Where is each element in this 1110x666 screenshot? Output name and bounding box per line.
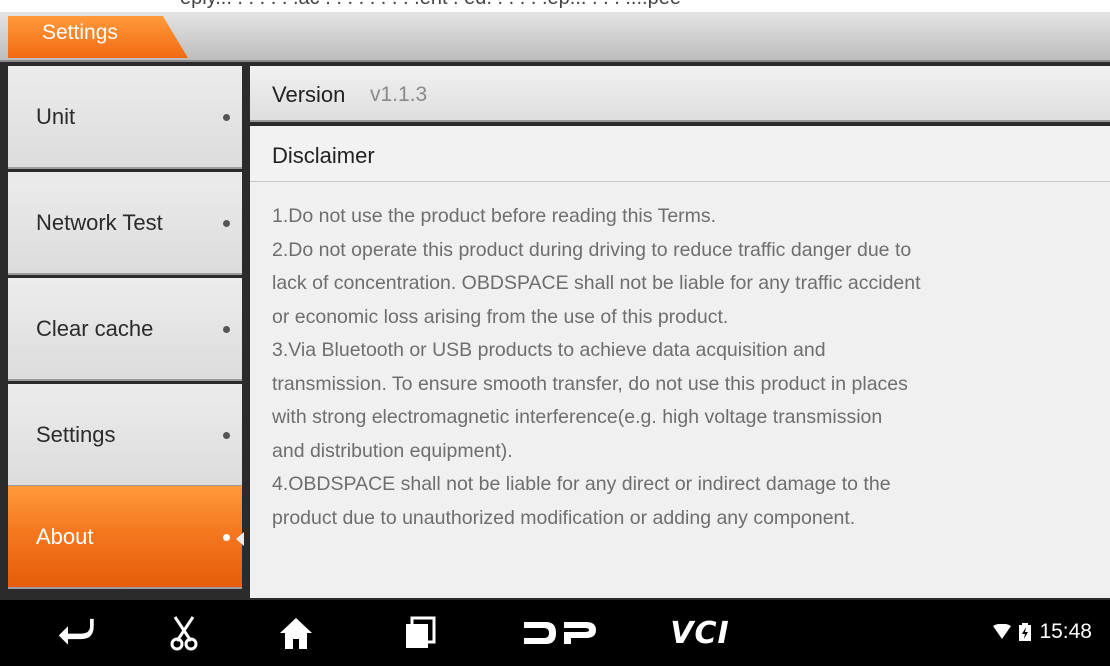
battery-icon	[1019, 623, 1032, 641]
bullet-dot-icon	[223, 325, 230, 333]
dp-logo-icon: DP	[522, 618, 596, 644]
bullet-dot-icon	[223, 533, 230, 541]
sidebar-item-label: Settings	[36, 421, 116, 447]
disclaimer-title: Disclaimer	[272, 143, 375, 168]
disclaimer-line: 4.OBDSPACE shall not be liable for any d…	[272, 473, 891, 495]
sidebar-item-label: Unit	[36, 103, 76, 129]
vci-icon: VCI	[670, 615, 730, 651]
status-area: 15:48	[993, 620, 1092, 644]
sidebar-item-settings[interactable]: Settings	[8, 384, 242, 487]
back-icon	[58, 618, 94, 645]
vci-button[interactable]: VCI	[660, 600, 740, 666]
selection-pointer-icon	[236, 532, 244, 546]
disclaimer-line: or economic loss arising from the use of…	[272, 305, 729, 328]
disclaimer-line: lack of concentration. OBDSPACE shall no…	[272, 272, 921, 294]
clock-time: 15:48	[1039, 620, 1092, 643]
disclaimer-line: 1.Do not use the product before reading …	[272, 205, 717, 227]
bullet-dot-icon	[223, 431, 230, 439]
svg-text:DP: DP	[522, 618, 524, 619]
bullet-dot-icon	[223, 219, 230, 227]
sidebar-item-unit[interactable]: Unit	[8, 66, 242, 169]
home-button[interactable]	[272, 600, 320, 666]
disclaimer-line: 2.Do not operate this product during dri…	[272, 238, 912, 261]
screenshot-button[interactable]	[160, 600, 208, 666]
bullet-dot-icon	[223, 113, 230, 121]
version-value: v1.1.3	[370, 83, 428, 106]
disclaimer-header: Disclaimer	[250, 126, 1110, 182]
page-title: Settings	[42, 21, 118, 44]
recent-apps-icon	[406, 616, 436, 648]
dp-app-button[interactable]: DP	[520, 600, 600, 666]
disclaimer-line: transmission. To ensure smooth transfer,…	[272, 372, 908, 395]
disclaimer-line: and distribution equipment).	[272, 439, 513, 462]
sidebar: Unit Network Test Clear cache Settings A…	[8, 66, 242, 598]
scissors-icon	[170, 616, 198, 651]
disclaimer-line: with strong electromagnetic interference…	[272, 406, 883, 428]
version-label: Version	[272, 82, 346, 107]
system-nav-bar: DP VCI 15:48	[0, 600, 1110, 666]
version-row: Version v1.1.3	[250, 66, 1110, 122]
sidebar-item-label: Clear cache	[36, 315, 154, 341]
disclaimer-line: product due to unauthorized modification…	[272, 506, 856, 529]
sidebar-item-clear-cache[interactable]: Clear cache	[8, 278, 242, 381]
header-bar: Settings	[0, 12, 1110, 62]
disclaimer-line: 3.Via Bluetooth or USB products to achie…	[272, 339, 826, 361]
sidebar-item-about[interactable]: About	[8, 486, 242, 589]
top-strip: eply... . . . . . .ac . . . . . . . . .e…	[0, 0, 1110, 12]
back-button[interactable]	[52, 600, 100, 666]
sidebar-item-label: Network Test	[36, 209, 163, 235]
sidebar-item-network-test[interactable]: Network Test	[8, 172, 242, 275]
disclaimer-text[interactable]: 1.Do not use the product before reading …	[250, 182, 1110, 598]
sidebar-item-label: About	[36, 523, 94, 549]
recent-apps-button[interactable]	[396, 600, 444, 666]
top-strip-text: eply... . . . . . .ac . . . . . . . . .e…	[180, 0, 681, 10]
wifi-icon	[993, 624, 1012, 639]
home-icon	[280, 618, 312, 649]
